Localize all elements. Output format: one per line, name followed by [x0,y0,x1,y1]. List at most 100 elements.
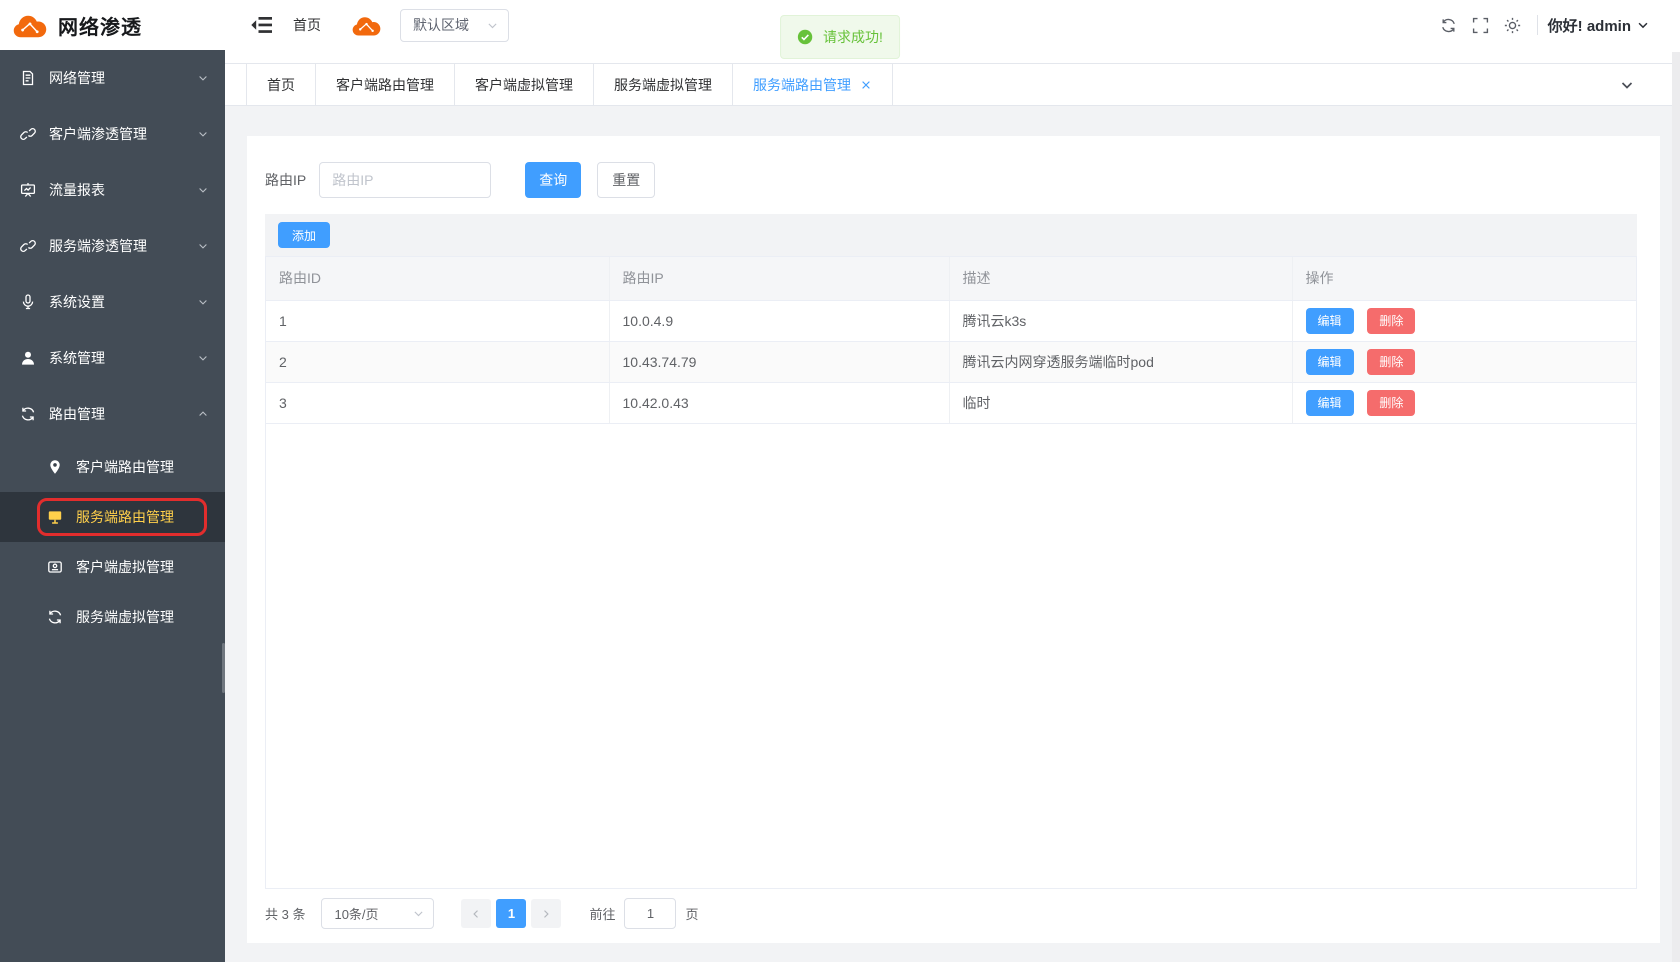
user-icon [20,350,36,366]
sidebar-submenu-item[interactable]: 服务端路由管理 [0,492,225,542]
cell-route-ip: 10.0.4.9 [609,300,949,341]
collapse-sidebar-icon[interactable] [251,16,272,34]
tab[interactable]: 服务端虚拟管理 [594,64,733,105]
delete-button[interactable]: 删除 [1367,308,1415,334]
user-greeting: 你好! admin [1548,15,1631,36]
sidebar-menu-item[interactable]: 服务端渗透管理 [0,218,225,274]
sidebar-submenu-item[interactable]: 客户端路由管理 [0,442,225,492]
theme-icon[interactable] [1504,17,1521,34]
chevron-down-icon [197,72,209,84]
tab-close-icon[interactable] [860,79,872,91]
cloud-icon [352,15,381,36]
next-page-button[interactable] [531,899,561,928]
sidebar-menu-item[interactable]: 客户端渗透管理 [0,106,225,162]
cell-description: 腾讯云内网穿透服务端临时pod [949,341,1292,382]
tab-label: 客户端路由管理 [336,75,434,95]
chevron-down-icon [197,128,209,140]
postcard-icon [47,559,63,575]
delete-button[interactable]: 删除 [1367,390,1415,416]
goto-page-input[interactable] [624,898,676,929]
chevron-down-icon [412,907,425,920]
toast-message: 请求成功! [823,27,883,47]
document-icon [20,70,36,86]
cell-actions: 编辑 删除 [1292,300,1636,341]
region-select[interactable]: 默认区域 [400,9,509,42]
cell-actions: 编辑 删除 [1292,382,1636,423]
column-header: 路由IP [609,257,949,300]
pagination: 共 3 条 10条/页 1 前往 页 [265,898,1637,929]
app-window: 网络渗透 网络管理 客户端渗透管理 流量报表 服务端渗透管理 系统设置 系统管理… [0,0,1680,962]
region-select-value: 默认区域 [413,15,469,35]
delete-button[interactable]: 删除 [1367,349,1415,375]
sidebar-submenu: 客户端路由管理 服务端路由管理 客户端虚拟管理 服务端虚拟管理 [0,442,225,642]
cell-actions: 编辑 删除 [1292,341,1636,382]
spacer [225,50,1680,63]
tab-label: 客户端虚拟管理 [475,75,573,95]
fullscreen-icon[interactable] [1472,17,1489,34]
sidebar-menu-item[interactable]: 路由管理 [0,386,225,442]
cell-route-id: 3 [266,382,609,423]
filter-row: 路由IP 查询 重置 [265,162,1637,198]
sidebar-menu-item-label: 网络管理 [49,68,197,88]
tab[interactable]: 客户端路由管理 [316,64,455,105]
filter-label: 路由IP [265,170,306,190]
tab-label: 首页 [267,75,295,95]
tab[interactable]: 客户端虚拟管理 [455,64,594,105]
reset-button[interactable]: 重置 [597,162,655,198]
sidebar-menu-item[interactable]: 系统管理 [0,330,225,386]
tab[interactable]: 首页 [246,64,316,105]
chevron-down-icon [197,296,209,308]
table-row: 1 10.0.4.9 腾讯云k3s 编辑 删除 [266,300,1636,341]
page-number-button[interactable]: 1 [496,899,526,928]
chevron-right-icon [540,908,552,920]
table-toolbar: 添加 [265,214,1637,256]
page-size-select[interactable]: 10条/页 [321,898,434,929]
sidebar-submenu-item[interactable]: 客户端虚拟管理 [0,542,225,592]
app-title: 网络渗透 [58,11,142,40]
page-scrollbar-gutter[interactable] [1672,52,1680,962]
routes-table: 路由ID路由IP描述操作 1 10.0.4.9 腾讯云k3s 编辑 删除 2 1… [265,256,1637,889]
sidebar-menu-item-label: 路由管理 [49,404,197,424]
goto-suffix: 页 [685,904,698,923]
divider [1537,15,1538,35]
prev-page-button[interactable] [461,899,491,928]
sidebar-menu-item-label: 客户端渗透管理 [49,124,197,144]
sidebar-submenu-item-label: 服务端虚拟管理 [76,607,209,627]
refresh-icon[interactable] [1440,17,1457,34]
sidebar-menu-item-label: 服务端渗透管理 [49,236,197,256]
app-logo: 网络渗透 [0,0,225,50]
sidebar-menu-item[interactable]: 网络管理 [0,50,225,106]
chevron-down-icon [197,352,209,364]
sidebar-submenu-item[interactable]: 服务端虚拟管理 [0,592,225,642]
sidebar-menu-item[interactable]: 系统设置 [0,274,225,330]
route-ip-input[interactable] [319,162,491,198]
microphone-icon [20,294,36,310]
link-icon [20,126,36,142]
pagination-total: 共 3 条 [265,904,305,923]
breadcrumb[interactable]: 首页 [293,15,321,35]
sidebar-menu-item-label: 流量报表 [49,180,197,200]
tab[interactable]: 服务端路由管理 [733,64,893,105]
column-header: 路由ID [266,257,609,300]
link-icon [20,238,36,254]
chevron-down-icon[interactable] [1619,77,1635,93]
add-button[interactable]: 添加 [278,222,330,248]
edit-button[interactable]: 编辑 [1306,390,1354,416]
goto-prefix: 前往 [589,904,615,923]
sync-icon [20,406,36,422]
cloud-logo-icon [13,13,47,38]
column-header: 描述 [949,257,1292,300]
chevron-down-icon [486,19,499,32]
location-pin-icon [47,459,63,475]
chevron-down-icon [1636,18,1650,32]
query-button[interactable]: 查询 [525,162,581,198]
column-header: 操作 [1292,257,1636,300]
sidebar-submenu-item-label: 客户端虚拟管理 [76,557,209,577]
content: 路由IP 查询 重置 添加 路由ID路由IP描述操作 1 10.0.4.9 腾讯… [225,106,1680,962]
user-menu[interactable]: 你好! admin [1548,15,1650,36]
sidebar-menu-item[interactable]: 流量报表 [0,162,225,218]
monitor-icon [47,509,63,525]
tabbar: 首页 客户端路由管理 客户端虚拟管理 服务端虚拟管理 服务端路由管理 [225,63,1680,106]
edit-button[interactable]: 编辑 [1306,349,1354,375]
edit-button[interactable]: 编辑 [1306,308,1354,334]
